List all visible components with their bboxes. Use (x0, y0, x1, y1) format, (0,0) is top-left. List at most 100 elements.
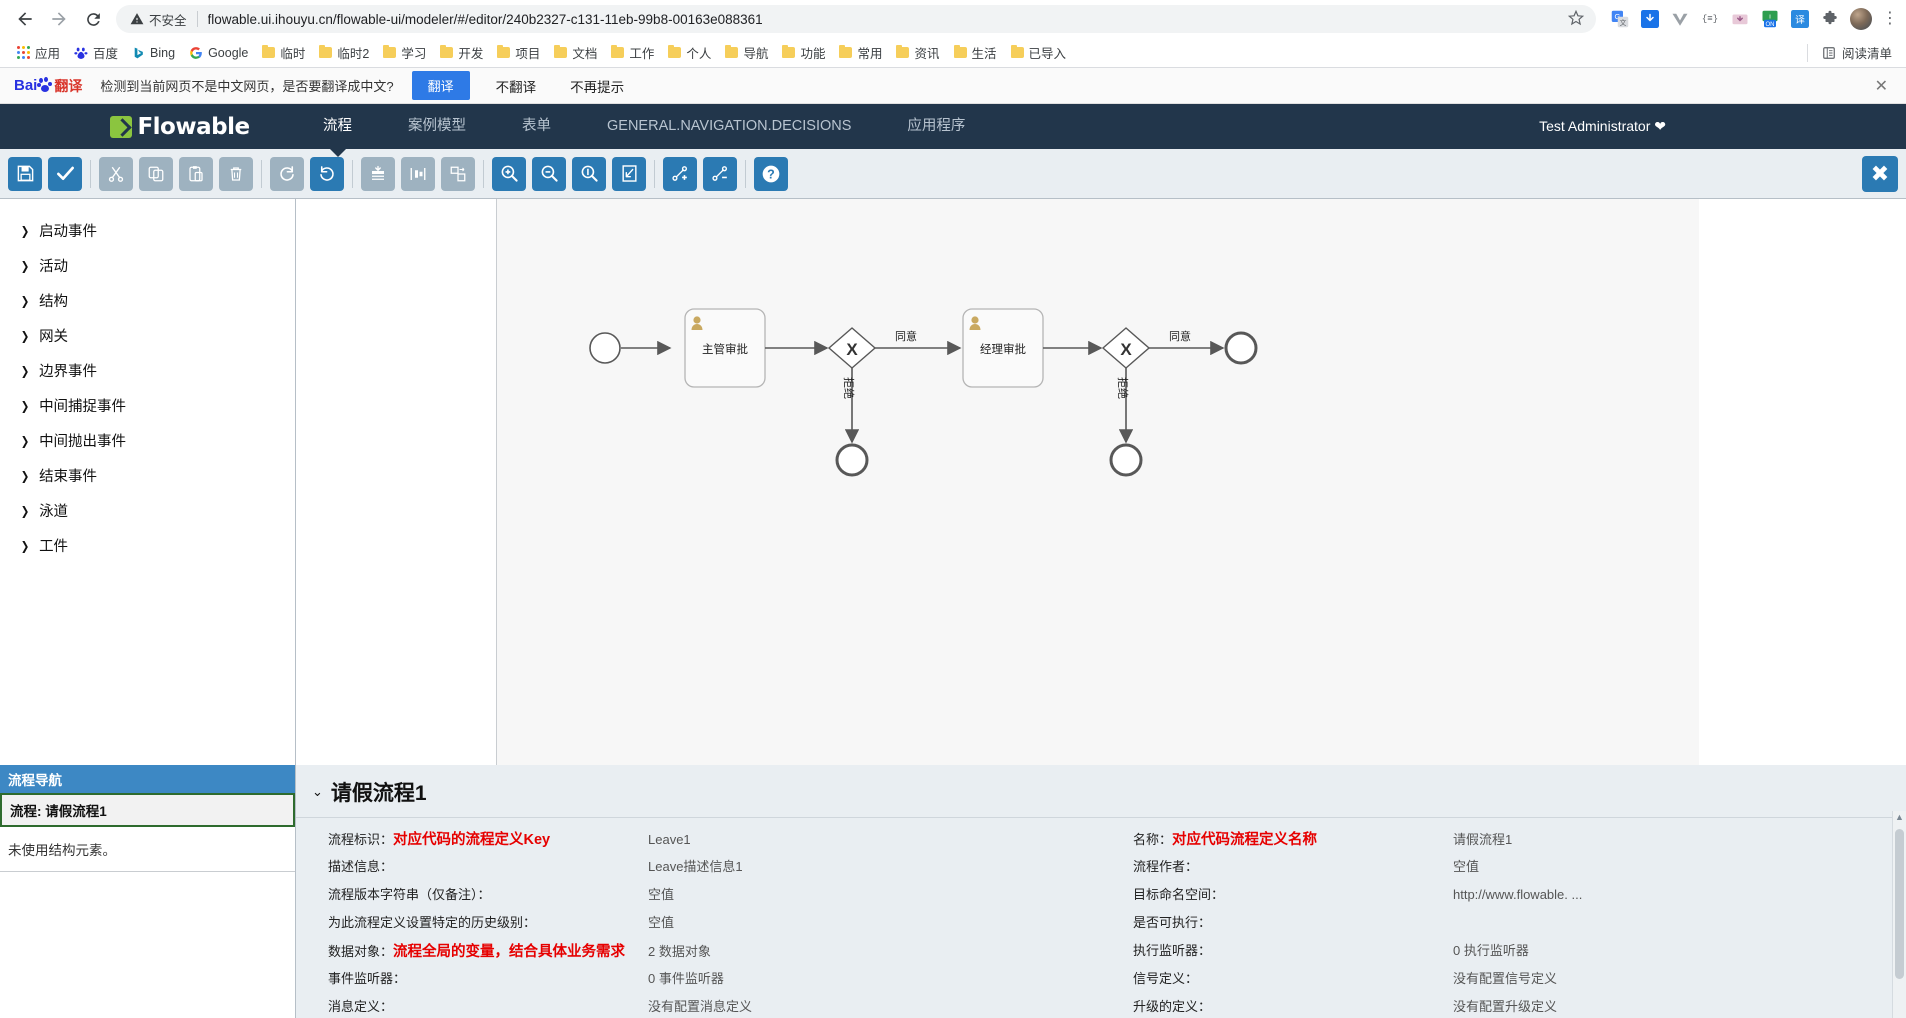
vue-devtools-extension-icon[interactable] (1670, 9, 1690, 29)
close-editor-button[interactable]: ✖ (1862, 155, 1898, 192)
chrome-menu-icon[interactable]: ⋮ (1882, 11, 1898, 27)
translate-button[interactable]: 翻译 (411, 71, 470, 100)
bookmark-folder-16[interactable]: 生活 (947, 40, 1004, 65)
nav-forms[interactable]: 表单 (494, 104, 579, 149)
palette-group-gateways[interactable]: ❯ 网关 (0, 318, 295, 353)
undo-button[interactable] (310, 156, 344, 191)
bookmark-star-icon[interactable] (1567, 9, 1585, 29)
palette-group-structural[interactable]: ❯ 结构 (0, 283, 295, 318)
align-vertical-button[interactable] (361, 156, 395, 191)
property-row[interactable]: 流程标识：对应代码的流程定义Key Leave1 (296, 828, 1101, 856)
nav-case-models[interactable]: 案例模型 (380, 104, 494, 149)
property-row[interactable]: 消息定义： 没有配置消息定义 (296, 996, 1101, 1018)
reload-icon[interactable] (76, 2, 110, 36)
extensions-puzzle-icon[interactable] (1820, 9, 1840, 29)
redo-button[interactable] (270, 156, 304, 191)
process-navigation-selected[interactable]: 流程: 请假流程1 (0, 793, 295, 827)
palette-group-boundary-events[interactable]: ❯ 边界事件 (0, 353, 295, 388)
address-bar[interactable]: 不安全 flowable.ui.ihouyu.cn/flowable-ui/mo… (116, 5, 1596, 33)
help-button[interactable]: ? (754, 156, 788, 191)
bookmark-folder-11[interactable]: 个人 (661, 40, 718, 65)
property-row[interactable]: 是否可执行： (1101, 912, 1906, 940)
never-translate-button[interactable]: 不再提示 (562, 71, 632, 101)
property-row[interactable]: 名称：对应代码流程定义名称 请假流程1 (1101, 828, 1906, 856)
google-translate-extension-icon[interactable]: G文 (1610, 9, 1630, 29)
bpmn-diagram[interactable]: 主管审批 X 同意 拒绝 经理审批 X 同意 拒绝 (497, 199, 1700, 765)
nav-apps[interactable]: 应用程序 (879, 104, 993, 149)
zoom-in-button[interactable] (492, 156, 526, 191)
bookmark-bing[interactable]: Bing (125, 43, 182, 63)
palette-group-artifacts[interactable]: ❯ 工件 (0, 528, 295, 563)
property-row[interactable]: 数据对象：流程全局的变量，结合具体业务需求 2 数据对象 (296, 940, 1101, 968)
bookmark-folder-5[interactable]: 临时2 (312, 40, 376, 65)
property-row[interactable]: 信号定义： 没有配置信号定义 (1101, 968, 1906, 996)
palette-group-start-events[interactable]: ❯ 启动事件 (0, 213, 295, 248)
scrollbar-thumb[interactable] (1895, 829, 1904, 979)
bookmark-folder-7[interactable]: 开发 (433, 40, 490, 65)
bookmark-folder-15[interactable]: 资讯 (889, 40, 946, 65)
bookmark-folder-9[interactable]: 文档 (547, 40, 604, 65)
bookmark-folder-17[interactable]: 已导入 (1004, 40, 1074, 65)
palette-group-end-events[interactable]: ❯ 结束事件 (0, 458, 295, 493)
bookmark-folder-6[interactable]: 学习 (376, 40, 433, 65)
align-horizontal-button[interactable] (401, 156, 435, 191)
flowable-logo[interactable]: Flowable (100, 114, 260, 140)
same-size-button[interactable] (441, 156, 475, 191)
property-row[interactable]: 目标命名空间： http://www.flowable. ... (1101, 884, 1906, 912)
bookmark-folder-13[interactable]: 功能 (775, 40, 832, 65)
properties-header[interactable]: ⌄ 请假流程1 (296, 765, 1906, 818)
scroll-up-icon[interactable]: ▲ (1893, 811, 1906, 823)
nav-decisions[interactable]: GENERAL.NAVIGATION.DECISIONS (579, 104, 879, 149)
property-row[interactable]: 流程作者： 空值 (1101, 856, 1906, 884)
reading-list-button[interactable]: 阅读清单 (1806, 43, 1896, 62)
close-icon[interactable]: ✕ (1875, 76, 1892, 96)
palette-group-swimlanes[interactable]: ❯ 泳道 (0, 493, 295, 528)
save-button[interactable] (8, 156, 42, 191)
palette-group-activities[interactable]: ❯ 活动 (0, 248, 295, 283)
remove-bendpoint-button[interactable] (703, 156, 737, 191)
adblock-on-extension-icon[interactable]: i ON (1760, 9, 1780, 29)
add-bendpoint-button[interactable] (663, 156, 697, 191)
property-label: 是否可执行： (1133, 915, 1212, 930)
zoom-actual-button[interactable] (572, 156, 606, 191)
property-row[interactable]: 执行监听器： 0 执行监听器 (1101, 940, 1906, 968)
palette-group-catch-events[interactable]: ❯ 中间捕捉事件 (0, 388, 295, 423)
translate-extension-icon[interactable]: 译 (1790, 9, 1810, 29)
bookmark-folder-12[interactable]: 导航 (718, 40, 775, 65)
diagram-sheet[interactable]: 主管审批 X 同意 拒绝 经理审批 X 同意 拒绝 (496, 199, 1699, 765)
cut-button[interactable] (99, 156, 133, 191)
bookmark-folder-4[interactable]: 临时 (255, 40, 312, 65)
diagram-canvas[interactable]: 主管审批 X 同意 拒绝 经理审批 X 同意 拒绝 (296, 199, 1906, 765)
bookmark-folder-14[interactable]: 常用 (832, 40, 889, 65)
paste-button[interactable] (179, 156, 213, 191)
property-row[interactable]: 流程版本字符串（仅备注）： 空值 (296, 884, 1101, 912)
property-row[interactable]: 为此流程定义设置特定的历史级别： 空值 (296, 912, 1101, 940)
bookmark-apps[interactable]: 应用 (10, 40, 67, 65)
property-row[interactable]: 事件监听器： 0 事件监听器 (296, 968, 1101, 996)
bookmark-folder-8[interactable]: 项目 (490, 40, 547, 65)
bookmark-google[interactable]: Google (182, 43, 255, 63)
json-viewer-extension-icon[interactable]: {≡} (1700, 9, 1720, 29)
copy-button[interactable] (139, 156, 173, 191)
download-manager-extension-icon[interactable] (1730, 9, 1750, 29)
nav-processes[interactable]: 流程 (295, 104, 380, 149)
url-text[interactable]: flowable.ui.ihouyu.cn/flowable-ui/modele… (208, 12, 1560, 27)
user-menu[interactable]: Test Administrator ❤ (1539, 118, 1666, 135)
palette-group-throw-events[interactable]: ❯ 中间抛出事件 (0, 423, 295, 458)
no-translate-button[interactable]: 不翻译 (488, 71, 545, 101)
zoom-fit-button[interactable] (612, 156, 646, 191)
delete-button[interactable] (219, 156, 253, 191)
security-indicator[interactable]: 不安全 (130, 10, 187, 29)
property-row[interactable]: 升级的定义： 没有配置升级定义 (1101, 996, 1906, 1018)
zoom-out-button[interactable] (532, 156, 566, 191)
bookmark-baidu[interactable]: 百度 (67, 40, 125, 65)
properties-scrollbar[interactable]: ▲ ▼ (1892, 811, 1906, 1018)
back-arrow-icon[interactable] (8, 2, 42, 36)
profile-avatar[interactable] (1850, 8, 1872, 30)
chevron-down-icon[interactable]: ⌄ (312, 784, 323, 800)
property-row[interactable]: 描述信息： Leave描述信息1 (296, 856, 1101, 884)
pocket-extension-icon[interactable] (1640, 9, 1660, 29)
validate-button[interactable] (48, 156, 82, 191)
forward-arrow-icon[interactable] (42, 2, 76, 36)
bookmark-folder-10[interactable]: 工作 (604, 40, 661, 65)
